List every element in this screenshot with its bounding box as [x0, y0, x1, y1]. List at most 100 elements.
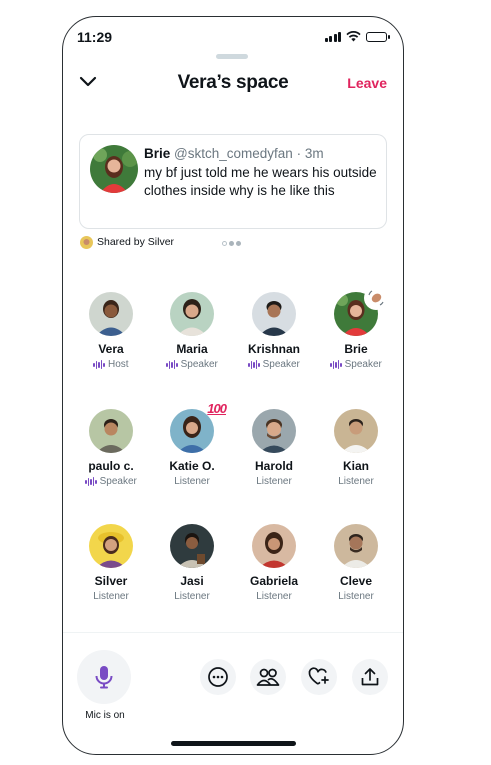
avatar [89, 292, 133, 336]
audio-wave-icon [85, 477, 97, 486]
participant-role: Speaker [233, 359, 315, 370]
mic-button[interactable] [77, 650, 131, 704]
avatar: 100 [170, 401, 227, 453]
wifi-icon [346, 31, 361, 42]
participant-name: Maria [176, 342, 208, 356]
status-icons [324, 31, 390, 42]
participant[interactable]: Maria Speaker [151, 292, 233, 370]
participant[interactable]: 100 Katie O. Listener [151, 401, 233, 487]
participant-name: Harold [254, 459, 293, 473]
audio-wave-icon [248, 360, 260, 369]
tweet-meta: Brie @sktch_comedyfan · 3m [144, 146, 324, 161]
tweet-author: Brie [144, 146, 171, 161]
shared-by-row: Shared by Silver [80, 235, 174, 249]
participant[interactable]: Vera Host [70, 292, 152, 370]
audio-wave-icon [93, 360, 105, 369]
avatar [334, 524, 378, 568]
tweet-text: my bf just told me he wears his outside … [144, 165, 377, 198]
share-button[interactable] [352, 659, 388, 695]
mic-status-label: Mic is on [85, 710, 125, 721]
participant[interactable]: Kian Listener [315, 409, 397, 487]
divider [63, 632, 403, 633]
participant-role-label: Listener [256, 591, 292, 602]
participant[interactable]: Cleve Listener [315, 524, 397, 602]
react-button[interactable] [301, 659, 337, 695]
participant-role: Listener [70, 591, 152, 602]
participant-role-label: Listener [174, 591, 210, 602]
status-time: 11:29 [77, 29, 113, 45]
leave-button[interactable]: Leave [347, 75, 387, 91]
tweet-handle: @sktch_comedyfan [174, 146, 293, 161]
heart-plus-icon [308, 667, 329, 685]
participant[interactable]: Harold Listener [233, 409, 315, 487]
participant-name: Vera [98, 342, 124, 356]
participant[interactable]: paulo c. Speaker [70, 409, 152, 487]
participant-role: Speaker [151, 359, 233, 370]
avatar [170, 524, 214, 568]
share-icon [361, 668, 379, 686]
avatar [80, 235, 93, 249]
status-bar: 11:29 [63, 17, 403, 57]
participant-role-label: Speaker [180, 359, 218, 370]
people-icon [256, 668, 280, 686]
tweet-time: 3m [304, 146, 324, 161]
participant[interactable]: Silver Listener [70, 524, 152, 602]
participant[interactable]: Krishnan Speaker [233, 292, 315, 370]
avatar [89, 409, 133, 453]
avatar [252, 292, 296, 336]
avatar [252, 524, 296, 568]
participant-role-label: Listener [174, 476, 210, 487]
participant-role-label: Host [107, 359, 129, 370]
space-header: Vera’s space Leave [63, 69, 403, 99]
participant-role-label: Listener [338, 476, 374, 487]
participant-role: Speaker [70, 476, 152, 487]
participant-name: Kian [342, 459, 369, 473]
audio-wave-icon [330, 360, 342, 369]
home-indicator[interactable] [171, 741, 296, 746]
participant-role: Listener [233, 476, 315, 487]
participant-role-label: Listener [256, 476, 292, 487]
audio-wave-icon [166, 360, 178, 369]
mic-icon [95, 666, 113, 689]
sheet-grabber[interactable] [216, 54, 248, 59]
participant-role: Listener [315, 476, 397, 487]
participant-role-label: Speaker [99, 476, 137, 487]
participant-role-label: Listener [338, 591, 374, 602]
participant-role: Listener [315, 591, 397, 602]
participant-name: Jasi [180, 574, 204, 588]
participant-name: paulo c. [88, 459, 134, 473]
participant-name: Cleve [339, 574, 373, 588]
battery-icon [366, 31, 390, 42]
avatar [89, 524, 133, 568]
participant-role: Listener [233, 591, 315, 602]
phone-frame: 11:29 Vera’s space Leave Brie @sktch_com… [62, 16, 404, 755]
pinned-tweet-card[interactable]: Brie @sktch_comedyfan · 3m my bf just to… [79, 134, 387, 229]
participant-role-label: Speaker [344, 359, 382, 370]
participant-role: Speaker [315, 359, 397, 370]
avatar [334, 286, 388, 336]
participant[interactable]: Brie Speaker [315, 286, 397, 370]
participant-role: Listener [151, 476, 233, 487]
more-icon [208, 667, 228, 687]
participant-name: Katie O. [169, 459, 215, 473]
participant-name: Silver [94, 574, 128, 588]
wave-hand-icon [364, 286, 388, 310]
participant-role: Listener [151, 591, 233, 602]
participant-name: Krishnan [247, 342, 300, 356]
more-button[interactable] [200, 659, 236, 695]
participant[interactable]: Jasi Listener [151, 524, 233, 602]
page-indicator [222, 241, 241, 246]
participant-name: Gabriela [249, 574, 299, 588]
tweet-separator: · [296, 146, 302, 161]
shared-by-label: Shared by Silver [97, 236, 175, 248]
participant-role-label: Speaker [262, 359, 300, 370]
avatar [334, 409, 378, 453]
participant-role-label: Listener [93, 591, 129, 602]
avatar [90, 145, 138, 193]
participant-role: Host [70, 359, 152, 370]
hundred-emoji-icon: 100 [207, 401, 227, 416]
participant-name: Brie [344, 342, 368, 356]
participant[interactable]: Gabriela Listener [233, 524, 315, 602]
avatar [170, 292, 214, 336]
participants-button[interactable] [250, 659, 286, 695]
